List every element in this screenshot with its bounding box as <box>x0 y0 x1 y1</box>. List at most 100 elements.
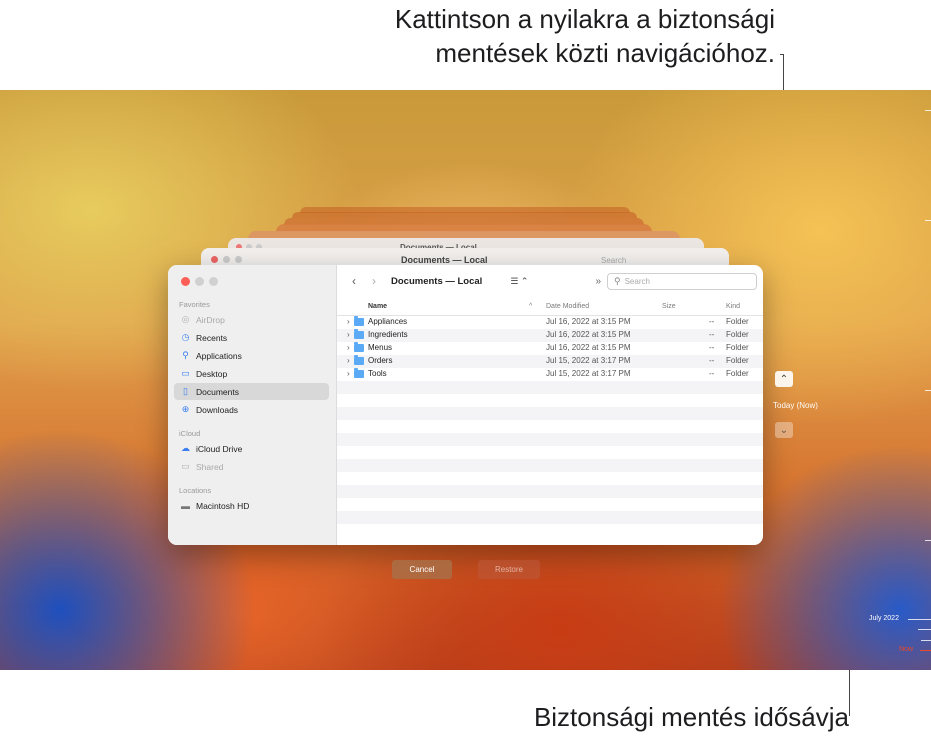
table-row[interactable]: › Ingredients Jul 16, 2022 at 3:15 PM -- Fol… <box>337 329 763 342</box>
sidebar-item-airdrop[interactable]: ◎ AirDrop <box>174 311 329 328</box>
file-size: -- <box>709 330 715 339</box>
back-button[interactable]: ‹ <box>347 274 361 288</box>
disclosure-triangle-icon[interactable]: › <box>347 317 350 326</box>
leader-line-top-cap <box>780 54 784 55</box>
zoom-button[interactable] <box>209 277 218 286</box>
minimize-button[interactable] <box>195 277 204 286</box>
folder-icon <box>354 316 364 326</box>
disclosure-triangle-icon[interactable]: › <box>347 343 350 352</box>
timeline-month-label[interactable]: July 2022 <box>869 615 899 622</box>
file-name: Ingredients <box>368 330 408 339</box>
sidebar-item-recents[interactable]: ◷ Recents <box>174 329 329 346</box>
folder-icon <box>354 368 364 378</box>
sidebar-item-label: Downloads <box>196 404 239 415</box>
restore-button[interactable]: Restore <box>478 560 540 579</box>
disclosure-triangle-icon[interactable]: › <box>347 356 350 365</box>
cloud-icon: ☁ <box>181 443 190 453</box>
file-name: Menus <box>368 343 393 352</box>
column-header-name[interactable]: Name <box>368 303 387 310</box>
sidebar-item-label: Macintosh HD <box>196 500 250 511</box>
view-options-button[interactable]: ☰ ⌃ <box>510 276 528 287</box>
current-backup-label: Today (Now) <box>773 401 818 410</box>
sidebar-item-label: AirDrop <box>196 314 225 325</box>
empty-row <box>337 433 763 446</box>
timeline-tick <box>925 110 931 111</box>
disclosure-triangle-icon[interactable]: › <box>347 369 350 378</box>
close-button[interactable] <box>181 277 190 286</box>
window-title: Documents — Local <box>391 275 483 287</box>
stack-search: Search <box>601 256 627 265</box>
folder-icon <box>354 355 364 365</box>
file-kind: Folder <box>726 317 749 326</box>
column-header-date[interactable]: Date Modified <box>546 303 589 310</box>
sidebar-item-icloud-drive[interactable]: ☁ iCloud Drive <box>174 440 329 457</box>
search-field[interactable]: ⚲ Search <box>607 272 757 290</box>
table-row[interactable]: › Tools Jul 15, 2022 at 3:17 PM -- Folder <box>337 368 763 381</box>
timeline-now-label[interactable]: Now <box>899 646 913 653</box>
file-kind: Folder <box>726 369 749 378</box>
file-size: -- <box>709 369 715 378</box>
sidebar-item-label: iCloud Drive <box>196 443 243 454</box>
sidebar-item-label: Shared <box>196 461 224 472</box>
sidebar-item-label: Applications <box>196 350 242 361</box>
table-row[interactable]: › Appliances Jul 16, 2022 at 3:15 PM -- Fold… <box>337 316 763 329</box>
chevron-right-icon: › <box>372 274 376 288</box>
sidebar-heading-favorites: Favorites <box>179 300 210 309</box>
older-backup-button[interactable]: ⌃ <box>775 371 793 387</box>
callout-arrows-line2: mentések közti navigációhoz. <box>435 38 775 68</box>
column-header-kind[interactable]: Kind <box>726 303 740 310</box>
file-size: -- <box>709 356 715 365</box>
callout-arrows: Kattintson a nyilakra a biztonsági menté… <box>215 2 775 70</box>
sidebar-heading-icloud: iCloud <box>179 429 201 438</box>
traffic-lights <box>181 277 218 286</box>
sidebar-item-downloads[interactable]: ⊕ Downloads <box>174 401 329 418</box>
file-name: Orders <box>368 356 393 365</box>
file-list: › Appliances Jul 16, 2022 at 3:15 PM -- Fold… <box>337 316 763 545</box>
timeline-tick-now <box>920 650 931 651</box>
search-placeholder: Search <box>624 276 650 286</box>
file-browser: ‹ › Documents — Local ☰ ⌃ » ⚲ Search Nam… <box>337 265 763 545</box>
sidebar: Favorites ◎ AirDrop ◷ Recents ⚲ Applicat… <box>168 265 337 545</box>
empty-row <box>337 459 763 472</box>
file-name: Tools <box>368 369 387 378</box>
clock-icon: ◷ <box>181 332 190 342</box>
timeline-tick <box>925 540 931 541</box>
file-date: Jul 15, 2022 at 3:17 PM <box>546 356 631 365</box>
column-headers: Name ^ Date Modified Size Kind <box>337 299 763 316</box>
folder-icon <box>354 329 364 339</box>
applications-icon: ⚲ <box>182 350 189 360</box>
toolbar: ‹ › Documents — Local ☰ ⌃ » ⚲ Search <box>337 265 763 297</box>
newer-backup-button[interactable]: ⌄ <box>775 422 793 438</box>
chevron-down-icon: ⌄ <box>779 424 789 436</box>
table-row[interactable]: › Orders Jul 15, 2022 at 3:17 PM -- Folder <box>337 355 763 368</box>
file-name: Appliances <box>368 317 408 326</box>
table-row[interactable]: › Menus Jul 16, 2022 at 3:15 PM -- Folder <box>337 342 763 355</box>
finder-window: Favorites ◎ AirDrop ◷ Recents ⚲ Applicat… <box>168 265 763 545</box>
forward-button[interactable]: › <box>367 274 381 288</box>
empty-row <box>337 446 763 459</box>
sidebar-item-macintosh-hd[interactable]: ▬ Macintosh HD <box>174 497 329 514</box>
file-kind: Folder <box>726 330 749 339</box>
time-machine-background: Documents — Local Documents — Local Sear… <box>0 90 931 670</box>
empty-row <box>337 420 763 433</box>
sidebar-item-documents[interactable]: ▯ Documents <box>174 383 329 400</box>
timeline-tick <box>918 629 931 630</box>
cancel-button[interactable]: Cancel <box>392 560 452 579</box>
file-size: -- <box>709 317 715 326</box>
file-kind: Folder <box>726 356 749 365</box>
column-header-size[interactable]: Size <box>662 303 676 310</box>
timeline-tick <box>921 640 931 641</box>
more-toolbar-button[interactable]: » <box>595 276 601 287</box>
disk-icon: ▬ <box>181 500 190 511</box>
disclosure-triangle-icon[interactable]: › <box>347 330 350 339</box>
callout-arrows-line1: Kattintson a nyilakra a biztonsági <box>394 4 775 34</box>
sidebar-item-label: Desktop <box>196 368 228 379</box>
sidebar-heading-locations: Locations <box>179 486 212 495</box>
sidebar-item-desktop[interactable]: ▭ Desktop <box>174 365 329 382</box>
sidebar-item-shared[interactable]: ▭ Shared <box>174 458 329 475</box>
list-view-icon: ☰ ⌃ <box>510 275 529 286</box>
stack-traffic-lights <box>211 256 242 263</box>
empty-row <box>337 472 763 485</box>
sidebar-item-applications[interactable]: ⚲ Applications <box>174 347 329 364</box>
file-date: Jul 16, 2022 at 3:15 PM <box>546 330 631 339</box>
